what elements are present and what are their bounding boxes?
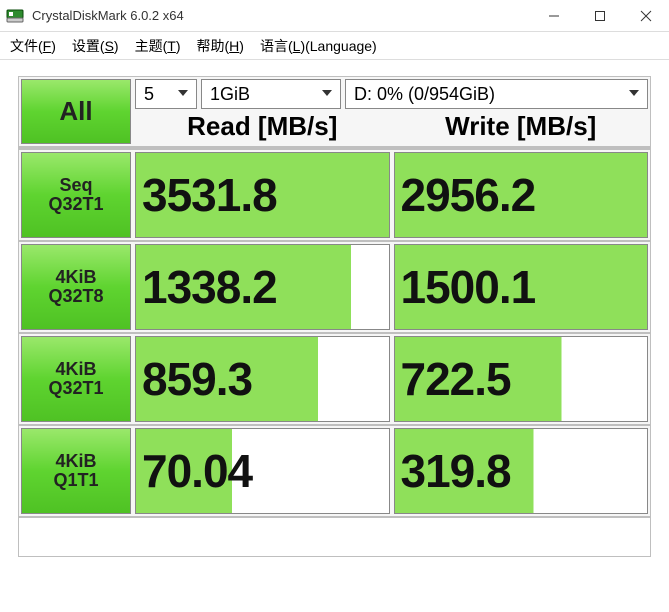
status-bar — [19, 516, 650, 556]
read-result: 1338.2 — [135, 244, 390, 330]
menu-help[interactable]: 帮助(H) — [191, 34, 250, 58]
results-grid: Seq Q32T1 3531.8 2956.2 4KiB Q32T8 1338.… — [19, 148, 650, 516]
write-value: 2956.2 — [401, 168, 536, 222]
benchmark-panel: All 5 1GiB D: 0% (0/954GiB) — [18, 76, 651, 557]
selects-row: 5 1GiB D: 0% (0/954GiB) — [133, 77, 650, 109]
result-row: 4KiB Q32T1 859.3 722.5 — [19, 332, 650, 424]
menu-file[interactable]: 文件(F) — [4, 34, 62, 58]
header-row: All 5 1GiB D: 0% (0/954GiB) — [19, 77, 650, 148]
test-label-line1: 4KiB — [55, 360, 96, 379]
menu-settings[interactable]: 设置(S) — [66, 34, 125, 58]
write-result: 722.5 — [394, 336, 649, 422]
test-label-line1: 4KiB — [55, 452, 96, 471]
chevron-down-icon — [627, 84, 641, 105]
drive-select[interactable]: D: 0% (0/954GiB) — [345, 79, 648, 109]
client-area: All 5 1GiB D: 0% (0/954GiB) — [0, 60, 669, 567]
write-value: 319.8 — [401, 444, 511, 498]
read-header: Read [MB/s] — [133, 111, 392, 142]
read-value: 3531.8 — [142, 168, 277, 222]
run-all-label: All — [59, 96, 92, 127]
menubar: 文件(F) 设置(S) 主题(T) 帮助(H) 语言(L)(Language) — [0, 32, 669, 60]
write-value: 1500.1 — [401, 260, 536, 314]
menu-theme[interactable]: 主题(T) — [129, 34, 187, 58]
result-row: 4KiB Q1T1 70.04 319.8 — [19, 424, 650, 516]
titlebar: CrystalDiskMark 6.0.2 x64 — [0, 0, 669, 32]
write-value: 722.5 — [401, 352, 511, 406]
test-size-value: 1GiB — [210, 84, 250, 105]
write-result: 319.8 — [394, 428, 649, 514]
result-row: 4KiB Q32T8 1338.2 1500.1 — [19, 240, 650, 332]
test-label-line2: Q32T1 — [48, 195, 103, 214]
result-row: Seq Q32T1 3531.8 2956.2 — [19, 148, 650, 240]
test-label-line1: Seq — [59, 176, 92, 195]
app-icon — [6, 7, 24, 25]
chevron-down-icon — [320, 84, 334, 105]
maximize-button[interactable] — [577, 0, 623, 32]
write-result: 2956.2 — [394, 152, 649, 238]
run-all-button[interactable]: All — [21, 79, 131, 144]
column-headers: Read [MB/s] Write [MB/s] — [133, 109, 650, 146]
run-test-button[interactable]: Seq Q32T1 — [21, 152, 131, 238]
read-value: 1338.2 — [142, 260, 277, 314]
controls-area: 5 1GiB D: 0% (0/954GiB) Read [MB/s] Writ… — [133, 77, 650, 146]
read-value: 70.04 — [142, 444, 252, 498]
write-result: 1500.1 — [394, 244, 649, 330]
read-result: 859.3 — [135, 336, 390, 422]
test-label-line2: Q32T8 — [48, 287, 103, 306]
test-size-select[interactable]: 1GiB — [201, 79, 341, 109]
test-label-line1: 4KiB — [55, 268, 96, 287]
minimize-button[interactable] — [531, 0, 577, 32]
write-header: Write [MB/s] — [392, 111, 651, 142]
read-result: 70.04 — [135, 428, 390, 514]
drive-value: D: 0% (0/954GiB) — [354, 84, 495, 105]
chevron-down-icon — [176, 84, 190, 105]
run-test-button[interactable]: 4KiB Q1T1 — [21, 428, 131, 514]
run-test-button[interactable]: 4KiB Q32T1 — [21, 336, 131, 422]
window-title: CrystalDiskMark 6.0.2 x64 — [32, 8, 531, 23]
test-label-line2: Q32T1 — [48, 379, 103, 398]
read-result: 3531.8 — [135, 152, 390, 238]
read-value: 859.3 — [142, 352, 252, 406]
test-label-line2: Q1T1 — [53, 471, 98, 490]
test-count-select[interactable]: 5 — [135, 79, 197, 109]
menu-language[interactable]: 语言(L)(Language) — [254, 34, 383, 58]
test-count-value: 5 — [144, 84, 154, 105]
close-button[interactable] — [623, 0, 669, 32]
run-test-button[interactable]: 4KiB Q32T8 — [21, 244, 131, 330]
